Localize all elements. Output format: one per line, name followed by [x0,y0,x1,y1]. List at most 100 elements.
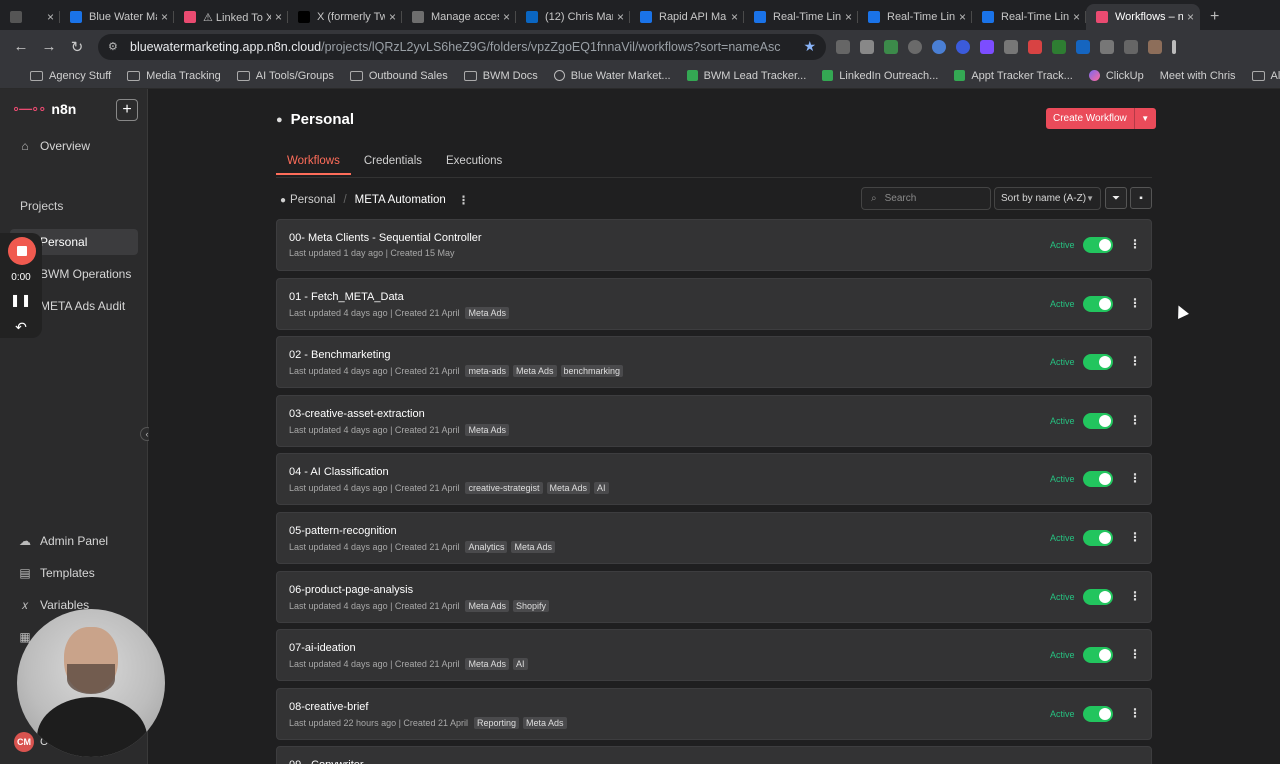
workflow-name[interactable]: 00- Meta Clients - Sequential Controller [289,232,482,244]
workflow-actions-icon[interactable]: ⋮ [1129,296,1141,310]
sidepanel-icon[interactable] [1124,39,1138,54]
bookmark-star-icon[interactable]: ★ [803,38,816,55]
close-icon[interactable]: × [503,10,510,24]
workflow-card[interactable]: 04 - AI Classification Last updated 4 day… [276,453,1152,506]
workflow-card[interactable]: 01 - Fetch_META_Data Last updated 4 days … [276,277,1152,330]
bookmark-item[interactable]: Media Tracking [127,70,221,82]
breadcrumb-root[interactable]: Personal [290,194,335,206]
sidebar-item-admin-panel[interactable]: ☁ Admin Panel [10,528,138,554]
extension-icon[interactable] [908,39,922,54]
workflow-name[interactable]: 02 - Benchmarketing [289,349,391,361]
workflow-actions-icon[interactable]: ⋮ [1129,471,1141,485]
close-icon[interactable]: × [161,10,168,24]
workflow-actions-icon[interactable]: ⋮ [1129,706,1141,720]
n8n-logo[interactable]: ∘—∘∘ n8n [12,101,76,117]
browser-tab[interactable]: Real-Time Link × [858,4,972,30]
workflow-actions-icon[interactable]: ⋮ [1129,589,1141,603]
active-toggle[interactable] [1083,295,1113,312]
workflow-card[interactable]: 05-pattern-recognition Last updated 4 day… [276,512,1152,564]
forward-icon[interactable]: → [36,34,62,60]
workflow-tag[interactable]: Reporting [473,716,519,729]
workflow-tag[interactable]: Analytics [465,541,508,553]
bookmark-item[interactable]: BWM Docs [463,70,538,82]
workflow-tag[interactable]: meta-ads [465,365,509,378]
workflow-name[interactable]: 08-creative-brief [289,701,368,713]
workflow-actions-icon[interactable]: ⋮ [1129,530,1141,544]
workflow-tag[interactable]: Meta Ads [465,306,509,319]
browser-tab[interactable]: X (formerly Tw × [288,4,402,30]
bookmark-item[interactable]: ClickUp [1088,70,1144,82]
workflow-actions-icon[interactable]: ⋮ [1129,237,1141,251]
workflow-tag[interactable]: Meta Ads [546,482,591,495]
stop-recording-button[interactable] [8,237,36,265]
workflow-actions-icon[interactable]: ⋮ [1129,647,1141,661]
pen-icon[interactable] [860,39,874,54]
workflow-tag[interactable]: Meta Ads [465,423,509,436]
create-workflow-button[interactable]: Create Workflow [1046,108,1134,129]
address-bar[interactable]: ⚙ bluewatermarketing.app.n8n.cloud /proj… [98,33,826,60]
workflow-tag[interactable]: Meta Ads [513,365,557,378]
menu-icon[interactable] [1172,39,1176,54]
pause-icon[interactable]: ❚❚ [0,293,42,307]
bookmark-item[interactable]: Outbound Sales [349,70,448,82]
camera-icon[interactable] [836,39,850,54]
user-avatar[interactable]: CM [14,732,34,752]
back-icon[interactable]: ← [8,34,34,60]
puzzle-icon[interactable] [1100,39,1114,54]
workflow-name[interactable]: 03-creative-asset-extraction [289,408,425,420]
reload-icon[interactable]: ↻ [64,34,90,60]
bookmark-item[interactable]: Agency Stuff [30,70,111,82]
tab-credentials[interactable]: Credentials [353,155,433,175]
active-toggle[interactable] [1083,705,1113,722]
browser-tab[interactable]: Real-Time Link × [972,4,1086,30]
tab-executions[interactable]: Executions [435,155,513,175]
extension-icon[interactable] [1052,39,1066,54]
active-toggle[interactable] [1083,412,1113,429]
active-toggle[interactable] [1083,471,1113,488]
bookmark-item[interactable]: Blue Water Market... [553,70,671,82]
bookmark-item[interactable]: Meet with Chris [1160,70,1236,82]
workflow-card[interactable]: 07-ai-ideation Last updated 4 days ago | … [276,629,1152,682]
bookmark-item[interactable]: Appt Tracker Track... [954,70,1073,82]
workflow-name[interactable]: 09 - Copywriter [289,759,364,764]
workflow-card[interactable]: 02 - Benchmarketing Last updated 4 days a… [276,336,1152,389]
active-toggle[interactable] [1083,588,1113,605]
close-icon[interactable]: × [47,10,54,24]
workflow-name[interactable]: 07-ai-ideation [289,642,356,654]
all-bookmarks[interactable]: All Bookmarks [1251,70,1280,82]
workflow-card[interactable]: 08-creative-brief Last updated 22 hours a… [276,687,1152,740]
extension-icon[interactable] [1076,39,1090,54]
browser-tab[interactable]: Blue Water Ma × [60,4,174,30]
workflow-card[interactable]: 06-product-page-analysis Last updated 4 d… [276,570,1152,623]
browser-tab[interactable]: Real-Time Link × [744,4,858,30]
workflow-tag[interactable]: AI [513,658,528,671]
tab-workflows[interactable]: Workflows [276,155,351,175]
close-icon[interactable]: × [959,10,966,24]
chevron-down-icon[interactable]: ▼ [1133,108,1156,129]
browser-tab[interactable]: ⚠ Linked To X × [174,4,288,30]
search-input[interactable]: ⌕ Search [861,187,991,210]
close-icon[interactable]: × [275,10,282,24]
site-info-icon[interactable]: ⚙ [108,40,122,54]
browser-tab[interactable]: Rapid API Mar × [630,4,744,30]
workflow-actions-icon[interactable]: ⋮ [1129,354,1141,368]
sort-select[interactable]: Sort by name (A-Z) ▼ [994,187,1101,210]
bookmark-item[interactable]: LinkedIn Outreach... [822,70,938,82]
workflow-tag[interactable]: Meta Ads [465,658,509,671]
workflow-card[interactable]: 09 - Copywriter [276,746,1152,764]
workflow-actions-icon[interactable]: ⋮ [1129,413,1141,427]
sidebar-item-overview[interactable]: ⌂ Overview [10,133,138,159]
workflow-tag[interactable]: AI [594,482,609,495]
close-icon[interactable]: × [389,10,396,24]
new-folder-icon[interactable]: ▪ [1130,187,1152,209]
new-tab-icon[interactable]: + [1200,8,1227,30]
profile-avatar[interactable] [1148,39,1162,54]
workflow-name[interactable]: 04 - AI Classification [289,466,389,478]
workflow-tag[interactable]: creative-strategist [465,482,543,495]
workflow-name[interactable]: 06-product-page-analysis [289,584,413,596]
active-toggle[interactable] [1083,647,1113,664]
add-button[interactable]: + [116,99,138,121]
close-icon[interactable]: × [1073,10,1080,24]
workflow-tag[interactable]: Shopify [513,599,550,612]
extension-icon[interactable] [1028,39,1042,54]
